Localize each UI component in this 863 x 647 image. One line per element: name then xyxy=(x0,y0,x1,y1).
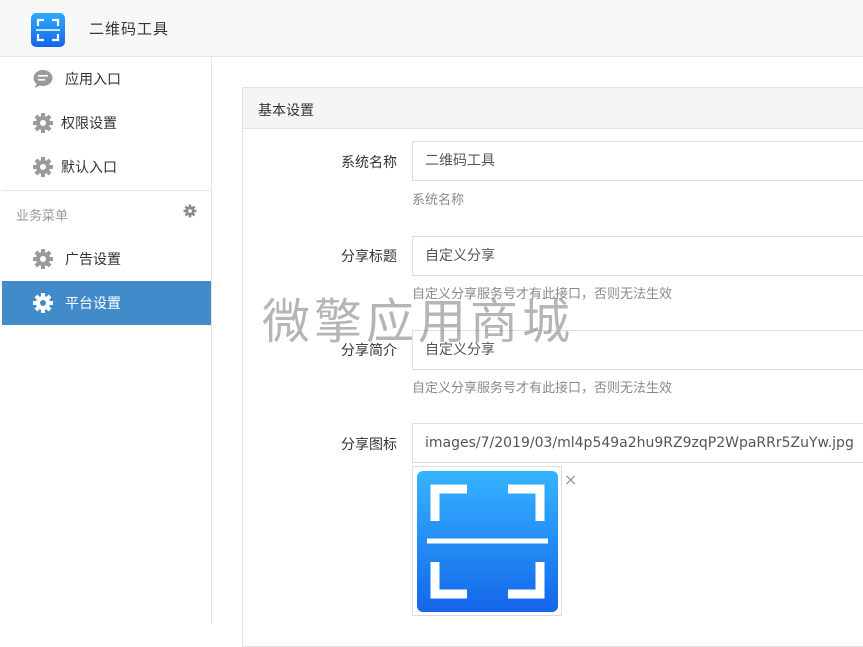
sidebar-item-default-entry[interactable]: 默认入口 xyxy=(2,145,211,189)
sidebar-item-platform-settings[interactable]: 平台设置 xyxy=(2,281,211,325)
sidebar-item-app-entry[interactable]: 应用入口 xyxy=(2,57,211,101)
system-name-input[interactable]: 二维码工具 xyxy=(412,141,863,181)
sidebar-item-label: 权限设置 xyxy=(61,116,117,132)
qr-scan-icon xyxy=(417,471,558,612)
section-label: 业务菜单 xyxy=(16,209,69,224)
top-header: 二维码工具 xyxy=(0,0,863,57)
panel-header: 基本设置 xyxy=(243,88,863,129)
share-title-label: 分享标题 xyxy=(341,249,397,265)
share-title-help: 自定义分享服务号才有此接口，否则无法生效 xyxy=(412,287,673,302)
gear-icon xyxy=(32,248,54,270)
sidebar: 应用入口 权限设置 默认入口 业务菜单 广告设置 平台设置 xyxy=(0,57,212,624)
share-icon-label: 分享图标 xyxy=(341,437,397,453)
gear-icon xyxy=(32,292,54,314)
sidebar-item-label: 广告设置 xyxy=(65,252,121,268)
share-desc-label: 分享简介 xyxy=(341,343,397,359)
share-title-input[interactable]: 自定义分享 xyxy=(412,236,863,276)
sidebar-item-permissions[interactable]: 权限设置 xyxy=(2,101,211,145)
sidebar-item-ad-settings[interactable]: 广告设置 xyxy=(2,237,211,281)
share-desc-input[interactable]: 自定义分享 xyxy=(412,330,863,370)
chat-icon xyxy=(32,68,54,90)
share-icon-path-input[interactable]: images/7/2019/03/ml4p549a2hu9RZ9zqP2WpaR… xyxy=(412,423,863,463)
sidebar-divider xyxy=(2,190,211,191)
remove-image-button[interactable]: × xyxy=(564,470,577,489)
qr-scan-icon[interactable] xyxy=(31,13,65,47)
system-name-label: 系统名称 xyxy=(341,155,397,171)
sidebar-item-label: 默认入口 xyxy=(61,160,117,176)
sidebar-item-label: 平台设置 xyxy=(65,296,121,312)
share-icon-preview xyxy=(412,466,562,616)
system-name-help: 系统名称 xyxy=(412,193,465,208)
gear-icon xyxy=(32,112,54,134)
gear-icon[interactable] xyxy=(183,204,197,218)
sidebar-item-label: 应用入口 xyxy=(65,72,121,88)
gear-icon xyxy=(32,156,54,178)
panel-title: 基本设置 xyxy=(258,103,314,119)
share-desc-help: 自定义分享服务号才有此接口，否则无法生效 xyxy=(412,381,673,396)
app-title: 二维码工具 xyxy=(89,20,170,38)
